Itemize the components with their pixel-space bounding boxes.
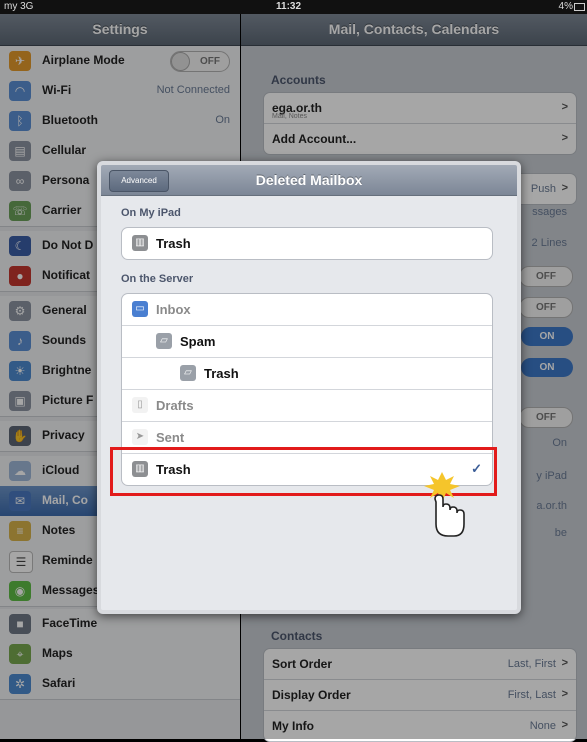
section-on-my-ipad: On My iPad <box>121 207 181 219</box>
carrier-label: my 3G <box>4 1 34 12</box>
mailbox-row-inbox: ▭ Inbox <box>122 294 492 326</box>
mailbox-row-drafts: ▯ Drafts <box>122 390 492 422</box>
popover-title: Deleted Mailbox <box>255 172 363 188</box>
trash-icon: ▥ <box>132 235 148 251</box>
mailbox-label: Drafts <box>156 398 194 413</box>
folder-icon: ▱ <box>156 333 172 349</box>
mailbox-label: Sent <box>156 430 185 445</box>
tap-hand-icon <box>424 472 465 537</box>
mailbox-label: Spam <box>180 334 216 349</box>
mailbox-row-trash[interactable]: ▱ Trash <box>122 358 492 390</box>
folder-icon: ▱ <box>180 365 196 381</box>
clock: 11:32 <box>276 1 302 12</box>
section-on-the-server: On the Server <box>121 273 194 285</box>
battery-icon <box>574 3 585 11</box>
ipad-mailbox-group: ▥ Trash <box>121 227 493 260</box>
deleted-mailbox-popover: Advanced Deleted Mailbox On My iPad ▥ Tr… <box>97 161 521 614</box>
battery-percent: 4% <box>558 1 573 12</box>
mailbox-label: Inbox <box>156 302 191 317</box>
mailbox-row-ipad-trash[interactable]: ▥ Trash <box>122 228 492 259</box>
mailbox-row-spam[interactable]: ▱ Spam <box>122 326 492 358</box>
mailbox-label: Trash <box>204 366 239 381</box>
drafts-icon: ▯ <box>132 397 148 413</box>
sent-icon: ➤ <box>132 429 148 445</box>
popover-navbar: Advanced Deleted Mailbox <box>101 165 517 196</box>
inbox-icon: ▭ <box>132 301 148 317</box>
status-bar: my 3G 11:32 4% <box>0 0 587 14</box>
